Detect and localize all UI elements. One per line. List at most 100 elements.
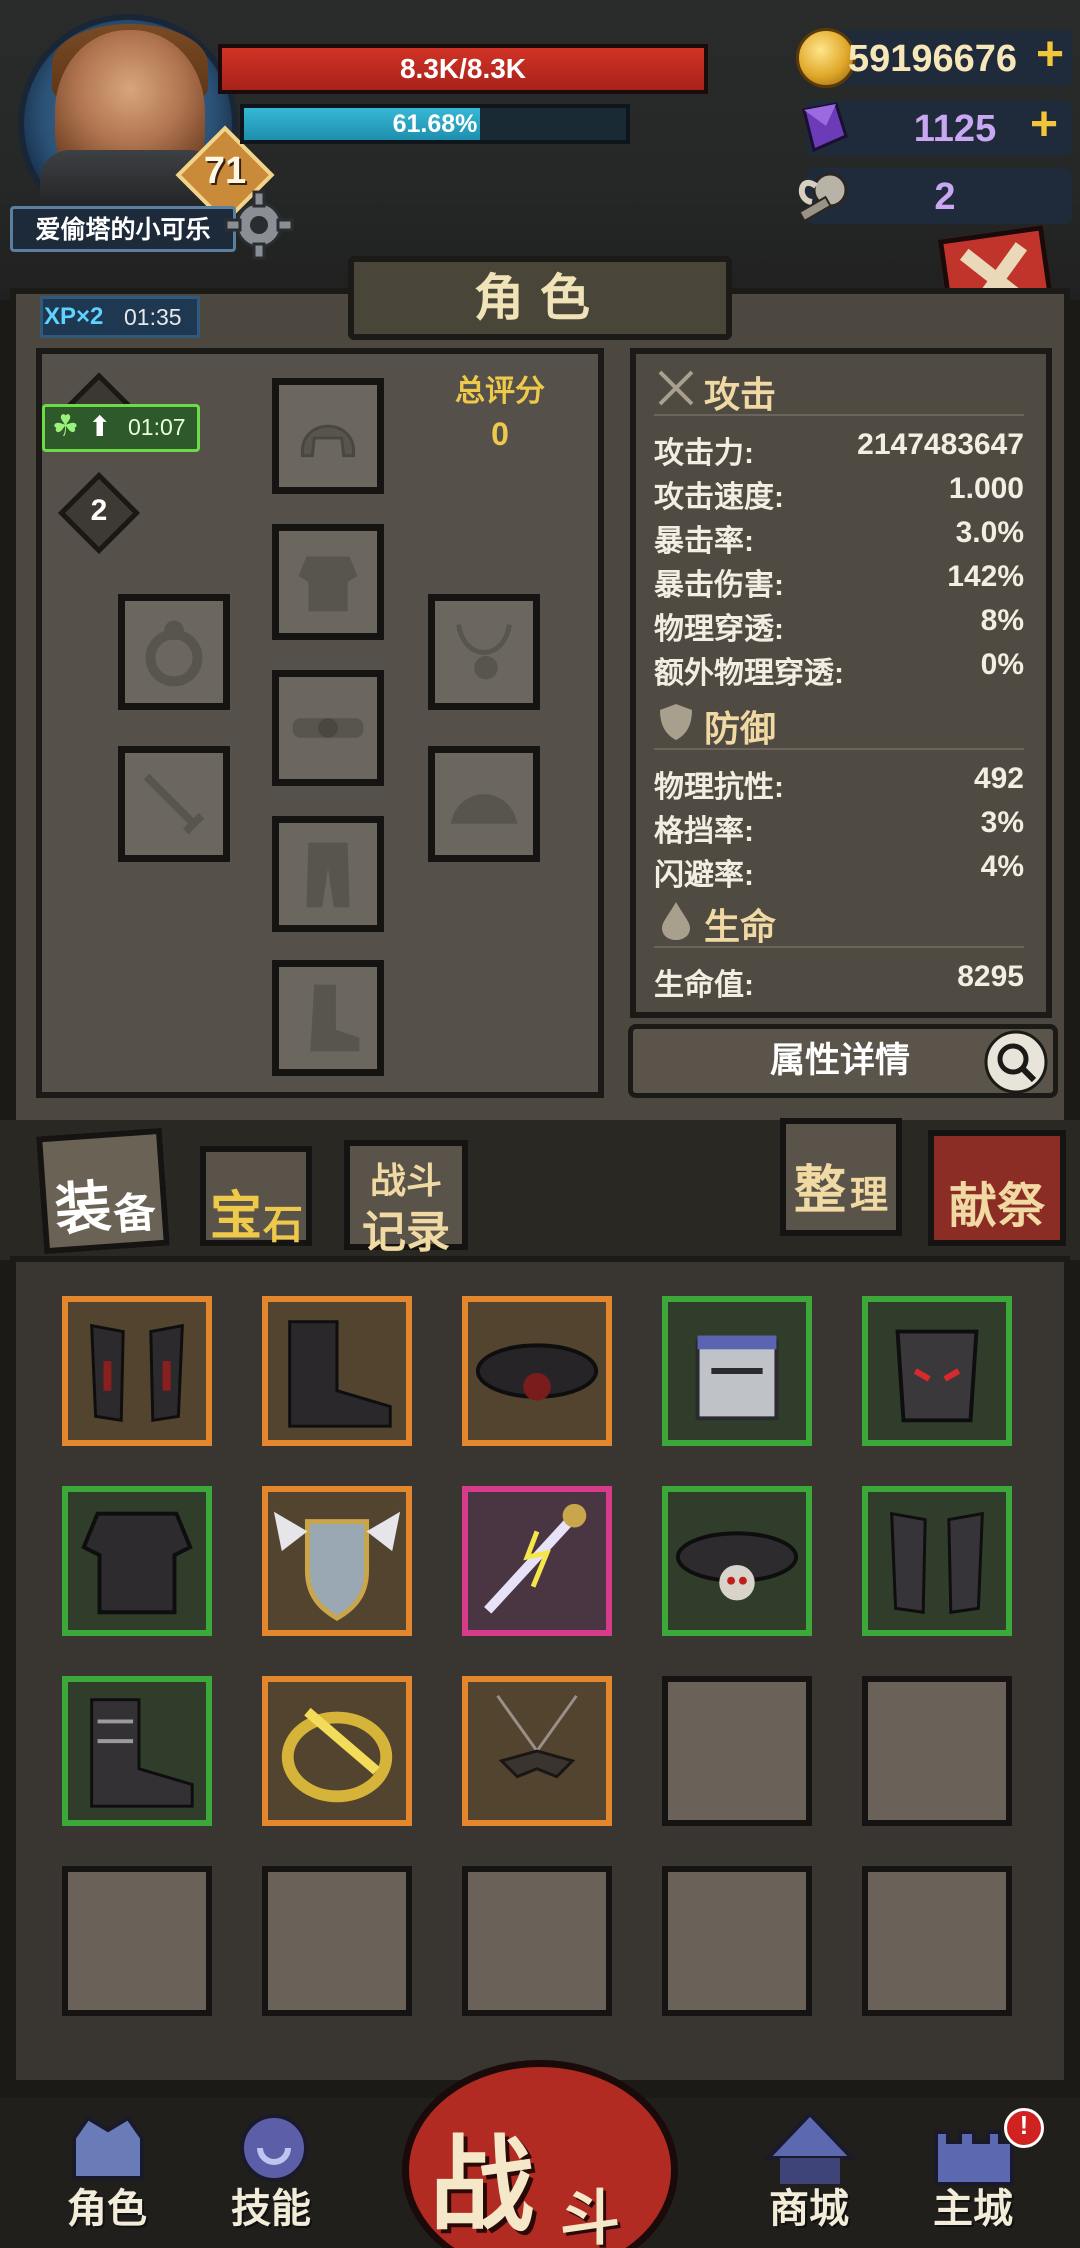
battle-label-a: 战 xyxy=(430,2128,535,2244)
stat-value: 142% xyxy=(947,560,1024,593)
inventory-slot-empty[interactable] xyxy=(662,1866,812,2016)
crossed-swords-icon xyxy=(658,370,694,406)
stat-value: 1.000 xyxy=(948,472,1024,505)
blood-drop-icon xyxy=(662,902,690,940)
stat-value: 4% xyxy=(980,850,1024,883)
pants-icon xyxy=(306,842,350,908)
lightning-sword-icon xyxy=(484,1503,587,1614)
xp-boost-label: XP×2 xyxy=(44,303,104,330)
belt-slot[interactable] xyxy=(272,670,384,786)
dark-chest-armor-icon xyxy=(81,1511,193,1615)
sacrifice-button[interactable]: 献祭 xyxy=(928,1130,1066,1246)
inventory-item-lightning-sword[interactable] xyxy=(462,1486,612,1636)
ring-icon xyxy=(145,620,203,687)
tab-battle-record[interactable]: 战斗 记录 xyxy=(344,1140,468,1257)
purple-gem-icon xyxy=(802,102,848,153)
inventory-slot-empty[interactable] xyxy=(862,1676,1012,1826)
skull-belt-icon xyxy=(675,1531,799,1601)
inventory-item-bat-amulet[interactable] xyxy=(462,1676,612,1826)
boots-slot[interactable] xyxy=(272,960,384,1076)
shoulder-slot[interactable] xyxy=(428,746,540,862)
weapon-slot[interactable] xyxy=(118,746,230,862)
inventory-item-helmet[interactable] xyxy=(662,1296,812,1446)
nav-skills-label: 技能 xyxy=(231,2187,311,2231)
inventory-item-belt[interactable] xyxy=(462,1296,612,1446)
inventory-item-boots[interactable] xyxy=(262,1296,412,1446)
boot-icon xyxy=(310,984,360,1052)
gold-coin-icon xyxy=(796,28,856,88)
stat-value: 0% xyxy=(980,648,1024,681)
divider xyxy=(654,748,1024,750)
tab-battle-record-label-b: 记录 xyxy=(362,1208,450,1257)
gauntlets-icon xyxy=(90,1323,184,1423)
key-amount: 2 xyxy=(934,176,956,218)
nav-main-city-label: 主城 xyxy=(933,2187,1013,2231)
inventory-item-dark-gauntlets[interactable] xyxy=(862,1486,1012,1636)
inventory-slot-empty[interactable] xyxy=(662,1676,812,1826)
sort-label-b: 理 xyxy=(849,1175,888,1217)
demon-helmet-icon xyxy=(895,1329,979,1423)
total-score-label: 总评分 xyxy=(455,375,545,408)
ram-skull-key-icon xyxy=(798,172,848,223)
legs-slot[interactable] xyxy=(272,816,384,932)
enhance-level: 2 xyxy=(90,494,108,527)
inventory-slot-empty[interactable] xyxy=(262,1866,412,2016)
battle-label-b: 斗 xyxy=(560,2185,620,2248)
xp-boost-timer: 01:35 xyxy=(124,304,182,330)
inventory-item-skull-belt[interactable] xyxy=(662,1486,812,1636)
tab-gems[interactable]: 宝 石 xyxy=(200,1146,312,1247)
amulet-slot[interactable] xyxy=(428,594,540,710)
ring-slot[interactable] xyxy=(118,594,230,710)
shield-icon xyxy=(660,704,692,740)
stat-value: 3% xyxy=(980,806,1024,839)
golden-ring-icon xyxy=(281,1707,393,1803)
total-score-value: 0 xyxy=(491,416,509,452)
nav-shop-label: 商城 xyxy=(769,2187,849,2231)
inventory-item-spiked-boots[interactable] xyxy=(62,1676,212,1826)
add-gold-button[interactable]: + xyxy=(1028,30,1072,86)
sacrifice-label: 献祭 xyxy=(948,1180,1045,1233)
pauldron-icon xyxy=(450,794,518,824)
inventory-item-gauntlets[interactable] xyxy=(62,1296,212,1446)
tab-equipment[interactable]: 装 备 xyxy=(36,1127,170,1255)
inventory-slot-empty[interactable] xyxy=(62,1866,212,2016)
inventory-slot-empty[interactable] xyxy=(462,1866,612,2016)
player-name: 爱偷塔的小可乐 xyxy=(35,216,211,244)
tab-gems-label-a: 宝 xyxy=(209,1188,262,1246)
stat-value: 2147483647 xyxy=(857,428,1024,461)
clover-icon: ☘ xyxy=(52,410,79,443)
helmet-icon xyxy=(301,424,355,458)
bat-amulet-icon xyxy=(496,1694,578,1779)
inventory-item-winged-shield[interactable] xyxy=(262,1486,412,1636)
search-icon[interactable] xyxy=(984,1030,1048,1094)
attribute-details-label: 属性详情 xyxy=(769,1041,910,1080)
nav-skills[interactable]: 技能 xyxy=(204,2098,338,2248)
nav-shop[interactable]: 商城 xyxy=(742,2098,876,2248)
xp-text: 61.68% xyxy=(392,110,478,138)
attack-heading: 攻击 xyxy=(704,374,777,415)
hp-text: 8.3K/8.3K xyxy=(399,53,527,84)
chest-armor-slot[interactable] xyxy=(272,524,384,640)
add-gems-button[interactable]: + xyxy=(1020,100,1068,156)
spiked-boots-icon xyxy=(90,1698,194,1808)
stat-value: 492 xyxy=(973,762,1024,795)
stat-value: 8295 xyxy=(957,960,1024,993)
inventory-item-demon-helmet[interactable] xyxy=(862,1296,1012,1446)
inventory-item-golden-ring[interactable] xyxy=(262,1676,412,1826)
tab-equipment-label-a: 装 xyxy=(53,1174,114,1242)
chest-armor-icon xyxy=(298,556,358,612)
sword-icon xyxy=(143,773,205,835)
helmet-slot[interactable] xyxy=(272,378,384,494)
stat-value: 3.0% xyxy=(955,516,1024,549)
inventory-slot-empty[interactable] xyxy=(862,1866,1012,2016)
nav-character[interactable]: 角色 xyxy=(40,2098,174,2248)
inventory-item-chest-armor[interactable] xyxy=(62,1486,212,1636)
belt-icon xyxy=(292,718,364,738)
armored-boots-icon xyxy=(288,1320,392,1428)
tab-equipment-label-b: 备 xyxy=(112,1188,158,1239)
settings-gear-icon[interactable] xyxy=(222,188,296,262)
winged-shield-icon xyxy=(273,1511,401,1622)
divider xyxy=(654,414,1024,416)
sort-button[interactable]: 整 理 xyxy=(780,1118,902,1236)
spiked-belt-icon xyxy=(475,1343,599,1401)
